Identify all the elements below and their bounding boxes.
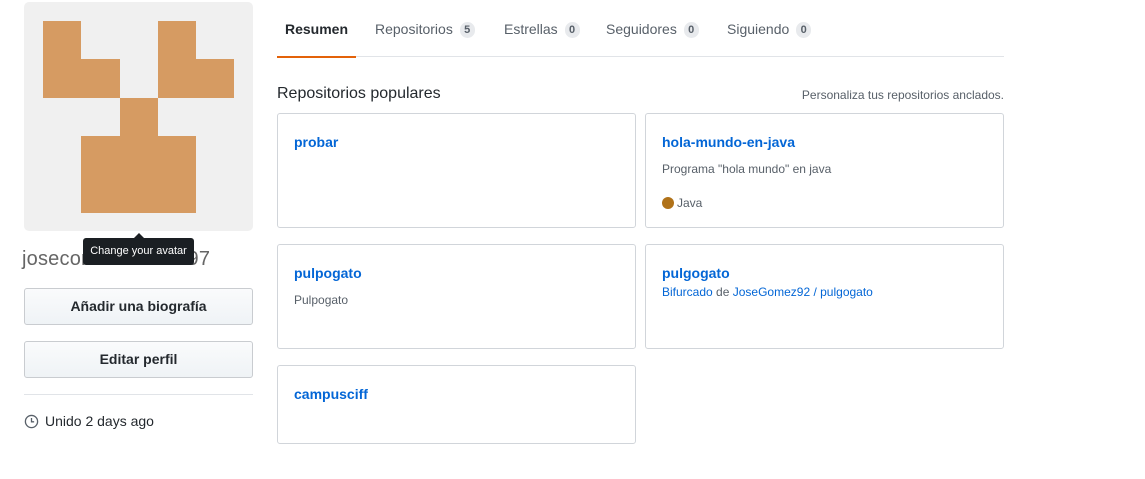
pinned-title: Repositorios populares: [277, 85, 441, 102]
fork-info: Bifurcado de JoseGomez92 / pulgogato: [662, 285, 873, 299]
repo-language: Java: [662, 196, 702, 210]
tab-counter: 0: [796, 22, 812, 38]
repo-name-link[interactable]: probar: [294, 134, 338, 150]
tab-label: Seguidores: [606, 21, 677, 37]
tab-counter: 5: [459, 22, 475, 38]
repo-card: campusciff: [277, 365, 636, 444]
repo-card: hola-mundo-en-java Programa "hola mundo"…: [645, 113, 1004, 228]
tab-label: Resumen: [285, 21, 349, 37]
avatar-block: [120, 98, 158, 136]
tab-label: Repositorios: [375, 21, 453, 37]
language-label: Java: [677, 196, 703, 210]
avatar-block: [81, 136, 196, 213]
profile-tabs: Resumen Repositorios 5 Estrellas 0 Segui…: [276, 0, 1004, 58]
tab-seguidores[interactable]: Seguidores 0: [606, 0, 699, 57]
repo-description: Pulpogato: [294, 293, 349, 307]
repo-name-link[interactable]: campusciff: [294, 386, 368, 402]
avatar-block: [43, 59, 120, 98]
avatar-block: [158, 59, 234, 98]
fork-prefix-link[interactable]: Bifurcado: [662, 285, 713, 299]
fork-joiner: de: [716, 285, 730, 299]
repo-card: probar: [277, 113, 636, 228]
sidebar-divider: [24, 394, 253, 395]
avatar[interactable]: [24, 2, 253, 231]
repo-name-link[interactable]: pulgogato: [662, 265, 730, 281]
tab-label: Estrellas: [504, 21, 558, 37]
add-bio-button[interactable]: Añadir una biografía: [24, 288, 253, 325]
tab-resumen[interactable]: Resumen: [276, 0, 357, 58]
avatar-block: [43, 21, 81, 59]
tab-label: Siguiendo: [727, 21, 790, 37]
tab-counter: 0: [683, 22, 699, 38]
tab-estrellas[interactable]: Estrellas 0: [504, 0, 580, 57]
repo-card: pulgogato Bifurcado de JoseGomez92 / pul…: [645, 244, 1004, 349]
customize-pinned-link[interactable]: Personaliza tus repositorios anclados.: [802, 88, 1004, 102]
joined-text: Unido 2 days ago: [45, 413, 154, 429]
repo-description: Programa "hola mundo" en java: [662, 162, 832, 176]
repo-name-link[interactable]: pulpogato: [294, 265, 362, 281]
edit-profile-button[interactable]: Editar perfil: [24, 341, 253, 378]
tab-repositorios[interactable]: Repositorios 5: [375, 0, 475, 57]
repo-card: pulpogato Pulpogato: [277, 244, 636, 349]
fork-source-link[interactable]: JoseGomez92 / pulgogato: [733, 285, 873, 299]
language-color-icon: [662, 197, 674, 209]
joined-info: Unido 2 days ago: [24, 413, 154, 429]
tab-counter: 0: [564, 22, 580, 38]
tab-siguiendo[interactable]: Siguiendo 0: [727, 0, 812, 57]
clock-icon: [24, 414, 39, 428]
avatar-block: [158, 21, 196, 59]
avatar-tooltip: Change your avatar: [83, 233, 194, 265]
repo-name-link[interactable]: hola-mundo-en-java: [662, 134, 795, 150]
